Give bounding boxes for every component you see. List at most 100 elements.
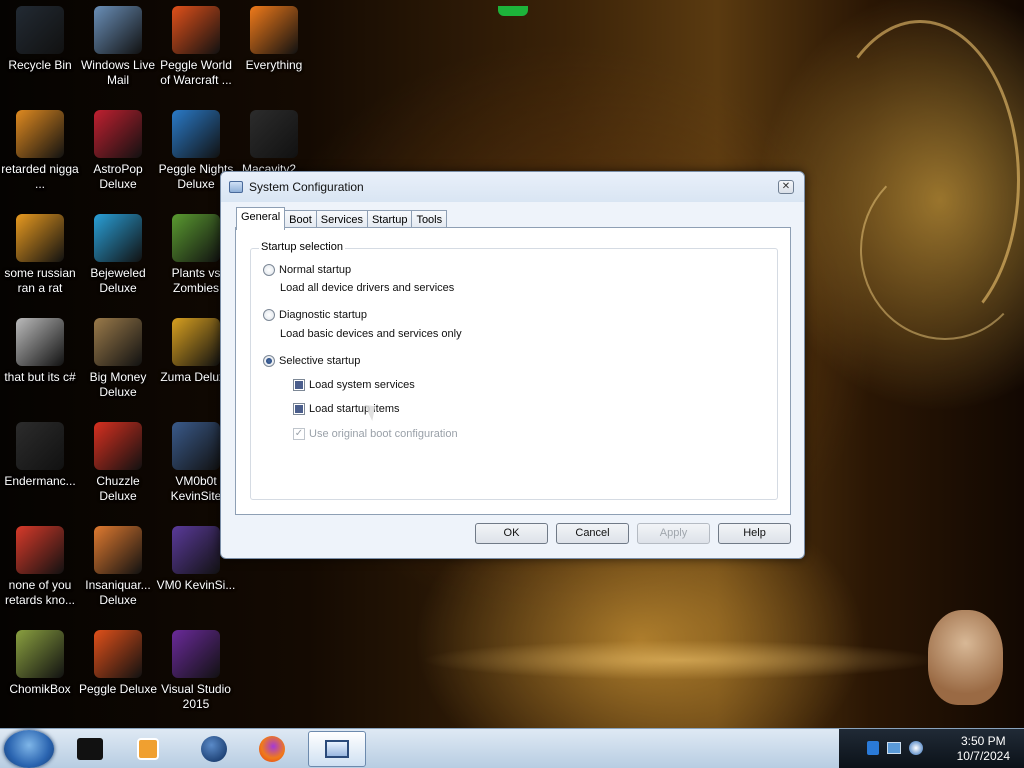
recycle-bin-icon — [77, 738, 103, 760]
network-icon[interactable] — [887, 742, 901, 754]
radio-indicator — [263, 309, 275, 321]
normal-startup-description: Load all device drivers and services — [280, 282, 455, 294]
tab-general[interactable]: General — [236, 207, 286, 230]
radio-indicator — [263, 355, 275, 367]
desktop-icon[interactable]: Chuzzle Deluxe — [78, 416, 158, 516]
tray-app-icon[interactable] — [867, 741, 879, 755]
media-player-icon — [137, 738, 159, 760]
checkbox-indicator — [293, 379, 305, 391]
desktop-icon-label: Bejeweled Deluxe — [90, 266, 146, 295]
text-file-icon — [16, 422, 64, 470]
zuma-icon — [172, 318, 220, 366]
chrome-icon — [16, 526, 64, 574]
general-tab-panel: Startup selection Normal startup Load al… — [235, 227, 791, 515]
group-label: Startup selection — [259, 241, 345, 253]
bigmoney-icon — [94, 318, 142, 366]
text-file-icon — [250, 110, 298, 158]
taskbar-recycle-bin[interactable] — [66, 731, 114, 767]
taskbar-firefox[interactable] — [248, 731, 296, 767]
desktop-icon[interactable]: Big Money Deluxe — [78, 312, 158, 412]
wallpaper-swirl — [860, 160, 1024, 340]
dialog-title: System Configuration — [249, 180, 364, 194]
desktop-icon-label: Peggle Deluxe — [78, 682, 158, 696]
astropop-icon — [94, 110, 142, 158]
desktop-icon-label: none of you retards kno... — [4, 578, 76, 607]
peggle-icon — [172, 6, 220, 54]
desktop-icon-label: ChomikBox — [9, 682, 71, 696]
diagnostic-startup-label: Diagnostic startup — [279, 309, 368, 321]
clock[interactable]: 3:50 PM 10/7/2024 — [957, 734, 1010, 764]
close-icon: ✕ — [781, 181, 791, 192]
desktop-icon-label: Insaniquar... Deluxe — [85, 578, 151, 607]
msconfig-icon — [325, 740, 349, 758]
wallpaper-swirl — [820, 20, 1020, 340]
close-button[interactable]: ✕ — [778, 180, 794, 194]
taskbar-globe-app[interactable] — [190, 731, 238, 767]
desktop-icon[interactable]: none of you retards kno... — [0, 520, 80, 620]
load-startup-items-checkbox[interactable]: Load startup items — [293, 403, 400, 415]
desktop-icon-label: Big Money Deluxe — [89, 370, 147, 399]
desktop-icon-label: Peggle World of Warcraft ... — [160, 58, 232, 87]
desktop-icon[interactable]: retarded nigga ... — [0, 104, 80, 204]
desktop-icon[interactable]: AstroPop Deluxe — [78, 104, 158, 204]
desktop-icon[interactable]: ChomikBox — [0, 624, 80, 724]
wallpaper-glow — [420, 640, 940, 680]
load-system-services-label: Load system services — [309, 379, 415, 391]
folder-icon — [16, 110, 64, 158]
plants-icon — [172, 214, 220, 262]
volume-icon[interactable] — [909, 741, 923, 755]
desktop-icon-label: Visual Studio 2015 — [161, 682, 231, 711]
visual-studio-icon — [172, 630, 220, 678]
archive-icon — [16, 214, 64, 262]
diagnostic-startup-radio[interactable]: Diagnostic startup — [263, 309, 367, 321]
desktop-icon-label: some russian ran a rat — [4, 266, 76, 295]
desktop-icon[interactable]: Windows Live Mail — [78, 0, 158, 100]
checkmark-icon: ✓ — [293, 428, 305, 440]
dialog-titlebar[interactable]: System Configuration — [221, 172, 804, 202]
help-button[interactable]: Help — [718, 523, 791, 544]
normal-startup-radio[interactable]: Normal startup — [263, 264, 351, 276]
chomikbox-icon — [16, 630, 64, 678]
desktop-icon-label: that but its c# — [4, 370, 76, 384]
desktop-icon[interactable]: Bejeweled Deluxe — [78, 208, 158, 308]
start-button[interactable] — [4, 730, 54, 768]
apply-button[interactable]: Apply — [637, 523, 710, 544]
recycle-bin-icon — [16, 6, 64, 54]
system-configuration-dialog: System Configuration ✕ General Boot Serv… — [220, 171, 805, 559]
desktop-icon-label: Endermanc... — [4, 474, 76, 488]
desktop-icon[interactable]: Endermanc... — [0, 416, 80, 516]
desktop-icon-label: Everything — [245, 58, 303, 72]
desktop-icon[interactable]: some russian ran a rat — [0, 208, 80, 308]
load-startup-items-label: Load startup items — [309, 403, 400, 415]
desktop-icon-label: Recycle Bin — [8, 58, 72, 72]
taskbar-media-player[interactable] — [124, 731, 172, 767]
selective-startup-radio[interactable]: Selective startup — [263, 355, 360, 367]
taskbar-system-configuration[interactable] — [308, 731, 366, 767]
desktop-icon-label: Windows Live Mail — [80, 58, 156, 87]
shortcut-icon — [16, 318, 64, 366]
clock-time: 3:50 PM — [960, 734, 1006, 748]
cancel-button[interactable]: Cancel — [556, 523, 629, 544]
ok-button[interactable]: OK — [475, 523, 548, 544]
desktop-icon[interactable]: Peggle Deluxe — [78, 624, 158, 724]
top-indicator — [498, 6, 528, 16]
load-system-services-checkbox[interactable]: Load system services — [293, 379, 415, 391]
everything-icon — [250, 6, 298, 54]
desktop-icon[interactable]: Peggle World of Warcraft ... — [156, 0, 236, 100]
msconfig-icon — [229, 181, 243, 193]
use-original-boot-config-checkbox[interactable]: ✓ Use original boot configuration — [293, 428, 458, 440]
normal-startup-label: Normal startup — [279, 264, 352, 276]
wallpaper-mascot — [928, 610, 1003, 705]
system-tray: 3:50 PM 10/7/2024 — [839, 729, 1024, 768]
desktop-icon[interactable]: Everything — [234, 0, 314, 100]
desktop-icon-label: Chuzzle Deluxe — [96, 474, 140, 503]
firefox-icon — [259, 736, 285, 762]
desktop-icon[interactable]: that but its c# — [0, 312, 80, 412]
mail-icon — [94, 6, 142, 54]
desktop-icon[interactable]: Recycle Bin — [0, 0, 80, 100]
use-original-boot-config-label: Use original boot configuration — [309, 428, 458, 440]
desktop-icon[interactable]: Insaniquar... Deluxe — [78, 520, 158, 620]
vm-icon — [172, 526, 220, 574]
desktop-icon[interactable]: Visual Studio 2015 — [156, 624, 236, 724]
selective-startup-label: Selective startup — [279, 355, 361, 367]
